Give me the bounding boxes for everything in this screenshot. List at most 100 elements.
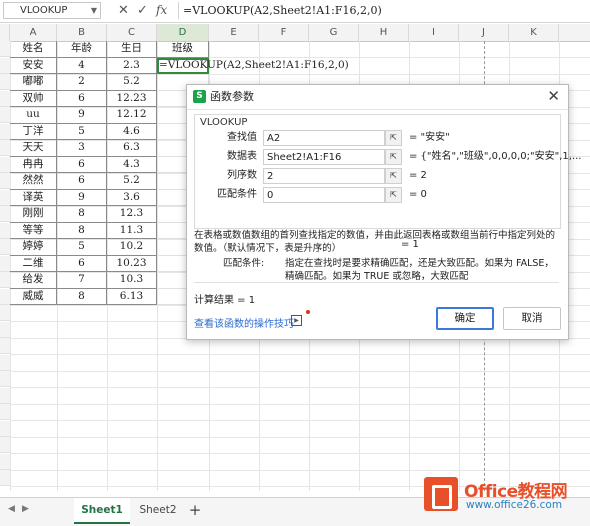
- row-header[interactable]: [0, 387, 10, 404]
- column-header-b[interactable]: B: [57, 24, 107, 41]
- table-cell[interactable]: 嘟嘟: [10, 74, 57, 91]
- column-header-f[interactable]: F: [259, 24, 309, 41]
- table-cell[interactable]: 6: [57, 156, 107, 173]
- param-input-lookup-value[interactable]: A2: [263, 130, 385, 146]
- close-icon[interactable]: ✕: [547, 87, 560, 105]
- table-cell[interactable]: 婷婷: [10, 239, 57, 256]
- sheet-tab-sheet2[interactable]: Sheet2: [130, 498, 186, 522]
- select-all-corner[interactable]: [0, 24, 10, 41]
- row-header[interactable]: [0, 354, 10, 371]
- active-cell-formula[interactable]: =VLOOKUP(A2,Sheet2!A1:F16,2,0): [159, 58, 349, 74]
- add-sheet-icon[interactable]: +: [186, 498, 204, 522]
- formula-input[interactable]: =VLOOKUP(A2,Sheet2!A1:F16,2,0): [178, 2, 588, 19]
- table-cell[interactable]: 丁洋: [10, 123, 57, 140]
- fx-icon[interactable]: fx: [156, 3, 167, 18]
- row-header[interactable]: [0, 90, 10, 107]
- range-select-icon[interactable]: ⇱: [385, 130, 402, 146]
- row-header[interactable]: [0, 371, 10, 387]
- param-input-range-lookup[interactable]: 0: [263, 187, 385, 203]
- table-cell[interactable]: 给发: [10, 272, 57, 289]
- column-label-cell[interactable]: 生日: [107, 41, 157, 58]
- column-header-i[interactable]: I: [409, 24, 459, 41]
- table-cell[interactable]: 天天: [10, 140, 57, 157]
- table-cell[interactable]: 译英: [10, 189, 57, 206]
- ok-button[interactable]: 确定: [436, 307, 494, 330]
- table-cell[interactable]: 6.3: [107, 140, 157, 157]
- row-header[interactable]: [0, 222, 10, 239]
- row-header[interactable]: [0, 74, 10, 90]
- table-cell[interactable]: 6: [57, 173, 107, 190]
- column-label-cell[interactable]: 年龄: [57, 41, 107, 58]
- table-cell[interactable]: 刚刚: [10, 206, 57, 223]
- row-header[interactable]: [0, 107, 10, 123]
- table-cell[interactable]: 6.13: [107, 288, 157, 305]
- function-tips-link[interactable]: 查看该函数的操作技巧: [194, 315, 294, 330]
- table-cell[interactable]: 冉冉: [10, 156, 57, 173]
- chevron-down-icon[interactable]: ▼: [91, 3, 97, 18]
- table-cell[interactable]: 12.23: [107, 90, 157, 107]
- table-cell[interactable]: 10.23: [107, 255, 157, 272]
- table-cell[interactable]: 安安: [10, 57, 57, 74]
- row-header[interactable]: [0, 437, 10, 453]
- row-header[interactable]: [0, 272, 10, 288]
- table-cell[interactable]: 5: [57, 123, 107, 140]
- table-cell[interactable]: 2: [57, 74, 107, 91]
- table-cell[interactable]: 3: [57, 140, 107, 157]
- table-cell[interactable]: 等等: [10, 222, 57, 239]
- row-header[interactable]: [0, 453, 10, 470]
- table-cell[interactable]: 9: [57, 189, 107, 206]
- param-input-col-index[interactable]: 2: [263, 168, 385, 184]
- range-select-icon[interactable]: ⇱: [385, 187, 402, 203]
- range-select-icon[interactable]: ⇱: [385, 168, 402, 184]
- row-header[interactable]: [0, 189, 10, 206]
- table-cell[interactable]: 6: [57, 90, 107, 107]
- table-cell[interactable]: 然然: [10, 173, 57, 190]
- table-cell[interactable]: 8: [57, 288, 107, 305]
- column-header-d[interactable]: D: [157, 24, 209, 41]
- row-header[interactable]: [0, 156, 10, 173]
- row-header[interactable]: [0, 239, 10, 255]
- chevron-right-icon[interactable]: ▶: [22, 504, 29, 514]
- chevron-left-icon[interactable]: ◀: [8, 504, 15, 514]
- column-header-c[interactable]: C: [107, 24, 157, 41]
- table-cell[interactable]: 9: [57, 107, 107, 124]
- row-header[interactable]: [0, 255, 10, 272]
- cancel-button[interactable]: 取消: [503, 307, 561, 330]
- sheet-tab-sheet1[interactable]: Sheet1: [74, 498, 130, 524]
- table-cell[interactable]: 5.2: [107, 173, 157, 190]
- range-select-icon[interactable]: ⇱: [385, 149, 402, 165]
- row-header[interactable]: [0, 338, 10, 354]
- row-header[interactable]: [0, 140, 10, 156]
- table-cell[interactable]: 12.12: [107, 107, 157, 124]
- table-cell[interactable]: 二维: [10, 255, 57, 272]
- row-header[interactable]: [0, 41, 10, 57]
- column-header-h[interactable]: H: [359, 24, 409, 41]
- table-cell[interactable]: 4.3: [107, 156, 157, 173]
- table-cell[interactable]: 威威: [10, 288, 57, 305]
- table-cell[interactable]: 8: [57, 222, 107, 239]
- column-header-e[interactable]: E: [209, 24, 259, 41]
- column-header-a[interactable]: A: [10, 24, 57, 41]
- table-cell[interactable]: 5.2: [107, 74, 157, 91]
- play-video-icon[interactable]: ▶: [291, 315, 302, 326]
- table-cell[interactable]: 2.3: [107, 57, 157, 74]
- row-header[interactable]: [0, 420, 10, 437]
- row-header[interactable]: [0, 173, 10, 189]
- name-box[interactable]: VLOOKUP ▼: [3, 2, 101, 19]
- table-cell[interactable]: 双帅: [10, 90, 57, 107]
- accept-icon[interactable]: ✓: [137, 3, 148, 18]
- table-cell[interactable]: 11.3: [107, 222, 157, 239]
- table-cell[interactable]: 3.6: [107, 189, 157, 206]
- table-cell[interactable]: 10.3: [107, 272, 157, 289]
- table-cell[interactable]: 4.6: [107, 123, 157, 140]
- table-cell[interactable]: 10.2: [107, 239, 157, 256]
- row-header[interactable]: [0, 305, 10, 321]
- cancel-icon[interactable]: ✕: [118, 3, 129, 18]
- row-header[interactable]: [0, 288, 10, 305]
- column-label-cell[interactable]: 姓名: [10, 41, 57, 58]
- table-cell[interactable]: uu: [10, 107, 57, 124]
- table-cell[interactable]: 8: [57, 206, 107, 223]
- row-header[interactable]: [0, 404, 10, 420]
- row-header[interactable]: [0, 321, 10, 338]
- table-cell[interactable]: 6: [57, 255, 107, 272]
